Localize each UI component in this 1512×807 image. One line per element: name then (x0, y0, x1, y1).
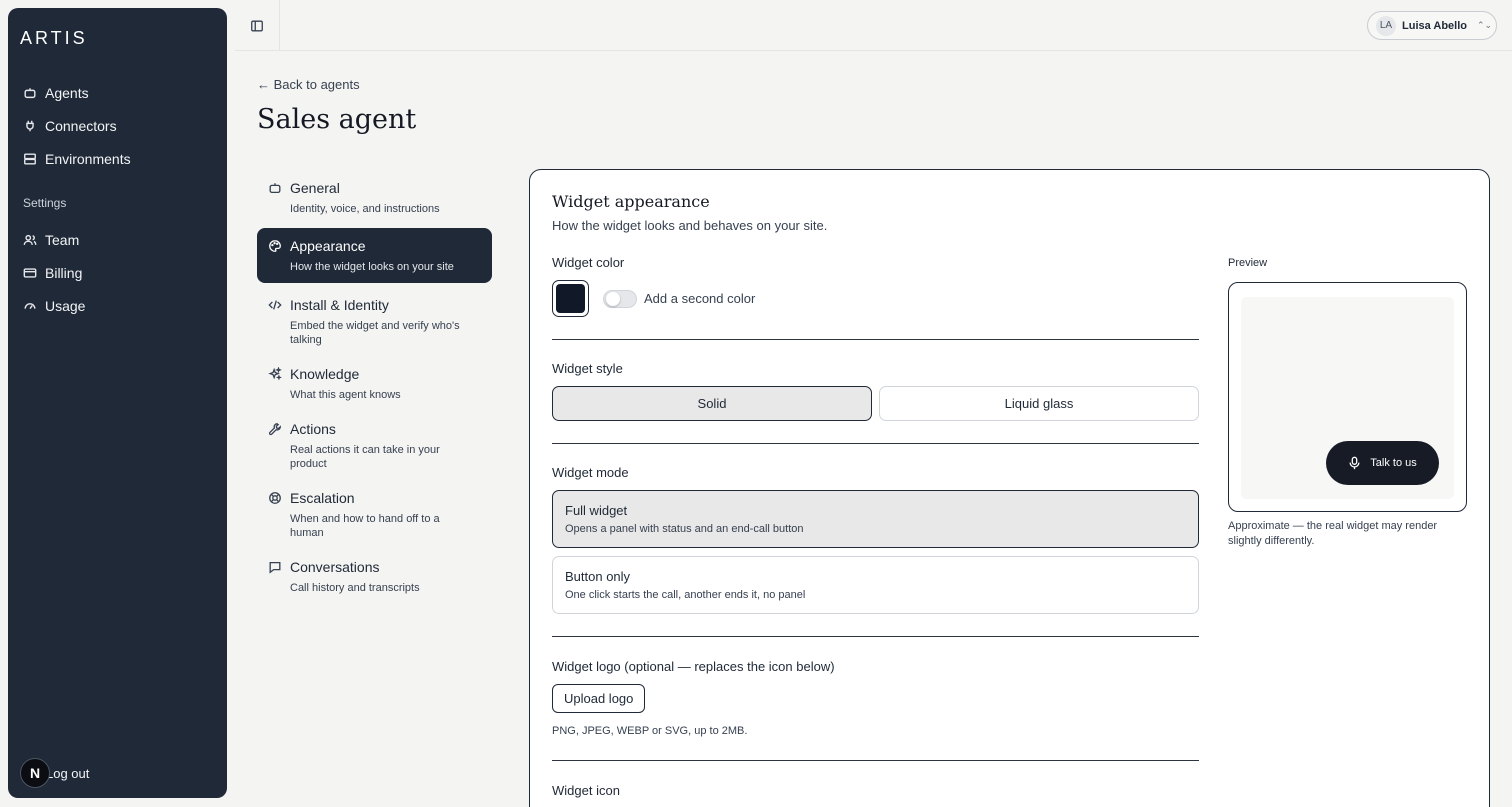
sidebar-item-billing[interactable]: Billing (23, 260, 82, 286)
sidebar-item-label: Usage (45, 298, 86, 314)
mode-description: Opens a panel with status and an end-cal… (565, 523, 804, 535)
tab-description: What this agent knows (290, 389, 401, 401)
agent-settings-nav: General Identity, voice, and instruction… (257, 170, 492, 604)
sidebar-item-team[interactable]: Team (23, 227, 79, 253)
color-preview (556, 284, 585, 313)
divider (552, 636, 1199, 637)
tab-actions[interactable]: Actions Real actions it can take in your… (257, 411, 492, 480)
widget-style-label: Widget style (552, 361, 623, 376)
sidebar-item-label: Team (45, 232, 80, 248)
plug-icon (26, 120, 34, 132)
sparkles-icon (268, 366, 282, 381)
toggle-knob (606, 292, 620, 306)
talk-button-label: Talk to us (1370, 457, 1417, 469)
widget-appearance-card: Widget appearance How the widget looks a… (529, 169, 1490, 807)
tab-general[interactable]: General Identity, voice, and instruction… (257, 170, 492, 225)
divider (552, 339, 1199, 340)
robot-icon (24, 88, 36, 99)
tab-title: Actions (290, 421, 336, 437)
sidebar: ARTIS Agents Connectors Environments Set… (8, 8, 227, 798)
user-name: Luisa Abello (1402, 19, 1467, 32)
chat-icon (269, 561, 281, 574)
tab-install-identity[interactable]: Install & Identity Embed the widget and … (257, 287, 492, 356)
tab-description: Real actions it can take in your product (290, 444, 440, 470)
palette-icon (269, 240, 281, 252)
wrench-icon (268, 423, 281, 436)
avatar[interactable]: N (20, 758, 50, 788)
sidebar-item-label: Environments (45, 151, 131, 167)
divider (552, 760, 1199, 761)
chevron-up-down-icon: ⌃⌄ (1477, 20, 1493, 30)
server-icon (24, 153, 36, 165)
mode-description: One click starts the call, another ends … (565, 589, 806, 601)
tab-description: Call history and transcripts (290, 582, 420, 594)
brand-logo[interactable]: ARTIS (20, 28, 88, 49)
card-subtitle: How the widget looks and behaves on your… (552, 218, 828, 233)
widget-color-swatch[interactable] (552, 280, 589, 317)
style-option-liquid-glass[interactable]: Liquid glass (879, 386, 1199, 421)
tab-knowledge[interactable]: Knowledge What this agent knows (257, 356, 492, 411)
upload-hint: PNG, JPEG, WEBP or SVG, up to 2MB. (552, 725, 748, 737)
logout-button[interactable]: N Log out (20, 758, 89, 788)
settings-section-label: Settings (23, 196, 67, 210)
gauge-icon (24, 303, 36, 310)
tab-title: Conversations (290, 559, 380, 575)
tab-title: Appearance (290, 238, 366, 254)
lifebuoy-icon (269, 492, 281, 504)
credit-card-icon (23, 268, 37, 278)
tab-description: When and how to hand off to a human (290, 513, 440, 539)
sidebar-item-connectors[interactable]: Connectors (23, 113, 117, 139)
sidebar-item-label: Connectors (45, 118, 117, 134)
tab-description: How the widget looks on your site (290, 261, 454, 273)
second-color-label: Add a second color (644, 291, 756, 306)
widget-color-label: Widget color (552, 255, 625, 270)
microphone-icon (1349, 456, 1360, 470)
avatar: LA (1376, 15, 1396, 36)
users-icon (23, 234, 37, 245)
sidebar-item-usage[interactable]: Usage (23, 293, 85, 319)
topbar: LA Luisa Abello ⌃⌄ (235, 0, 1512, 51)
widget-preview: Talk to us (1228, 282, 1467, 512)
tab-description: Identity, voice, and instructions (290, 203, 440, 215)
widget-icon-label: Widget icon (552, 783, 620, 798)
widget-logo-label: Widget logo (optional — replaces the ico… (552, 659, 835, 674)
user-menu-button[interactable]: LA Luisa Abello ⌃⌄ (1367, 11, 1497, 40)
mode-option-full-widget[interactable]: Full widget Opens a panel with status an… (552, 490, 1199, 548)
widget-mode-label: Widget mode (552, 465, 629, 480)
tab-appearance[interactable]: Appearance How the widget looks on your … (257, 228, 492, 283)
tab-escalation[interactable]: Escalation When and how to hand off to a… (257, 480, 492, 549)
divider (552, 443, 1199, 444)
tab-description: Embed the widget and verify who's talkin… (290, 320, 460, 346)
mode-title: Button only (565, 569, 631, 584)
code-icon (268, 300, 282, 310)
robot-icon (269, 183, 281, 194)
sidebar-item-environments[interactable]: Environments (23, 146, 131, 172)
mode-option-button-only[interactable]: Button only One click starts the call, a… (552, 556, 1199, 614)
tab-title: General (290, 180, 340, 196)
back-to-agents-link[interactable]: ← Back to agents (257, 77, 360, 92)
sidebar-toggle-button[interactable] (235, 0, 280, 51)
mode-title: Full widget (565, 503, 628, 518)
talk-to-us-button[interactable]: Talk to us (1326, 441, 1439, 485)
tab-title: Install & Identity (290, 297, 389, 313)
tab-title: Escalation (290, 490, 355, 506)
panel-left-icon (251, 20, 263, 31)
style-option-solid[interactable]: Solid (552, 386, 872, 421)
preview-canvas: Talk to us (1241, 297, 1454, 499)
card-title: Widget appearance (552, 192, 710, 211)
logout-label: Log out (46, 765, 90, 781)
tab-conversations[interactable]: Conversations Call history and transcrip… (257, 549, 492, 604)
preview-note: Approximate — the real widget may render… (1228, 520, 1438, 547)
sidebar-item-agents[interactable]: Agents (23, 80, 89, 106)
page-title: Sales agent (257, 104, 417, 135)
sidebar-item-label: Billing (45, 265, 83, 281)
second-color-toggle[interactable] (603, 290, 637, 308)
tab-title: Knowledge (290, 366, 360, 382)
preview-label: Preview (1228, 257, 1268, 269)
upload-logo-button[interactable]: Upload logo (552, 684, 646, 713)
sidebar-item-label: Agents (45, 85, 89, 101)
